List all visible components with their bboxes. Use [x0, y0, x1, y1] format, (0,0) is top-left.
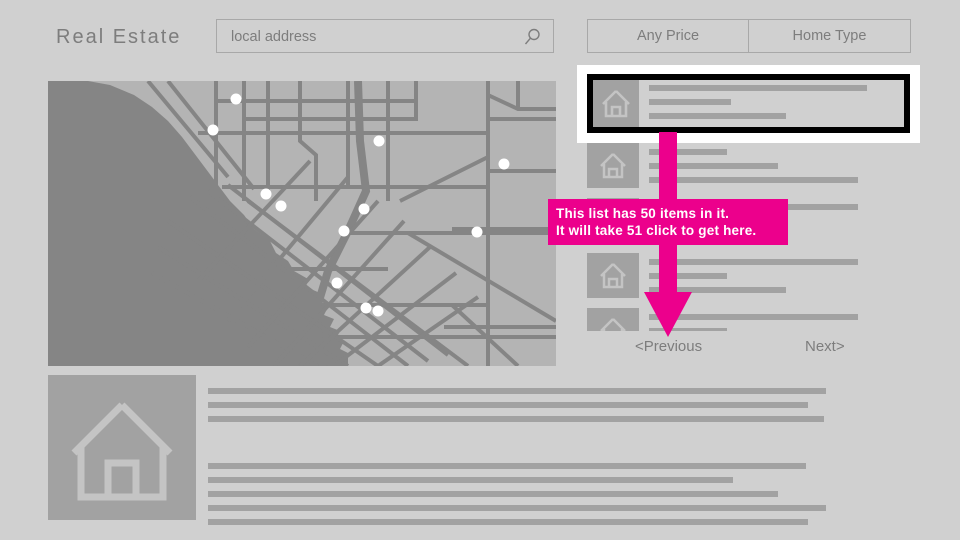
placeholder-text-line	[208, 388, 826, 394]
result-item-lines	[649, 253, 920, 298]
map-pin[interactable]	[498, 158, 510, 170]
placeholder-text-line	[649, 85, 867, 91]
map-pin[interactable]	[471, 226, 483, 238]
map-graphic	[48, 81, 556, 366]
result-list-item[interactable]	[587, 308, 920, 331]
result-item-lines	[649, 308, 920, 331]
filter-any-price[interactable]: Any Price	[587, 19, 749, 53]
map-pin[interactable]	[338, 225, 350, 237]
placeholder-text-line	[649, 328, 727, 331]
house-icon	[593, 80, 639, 127]
placeholder-text-line	[208, 416, 824, 422]
map-pin[interactable]	[373, 135, 385, 147]
placeholder-text-line	[649, 149, 727, 155]
map-pin[interactable]	[360, 302, 372, 314]
map-pin[interactable]	[372, 305, 384, 317]
filter-button-group: Any Price Home Type	[587, 19, 911, 53]
map-pin[interactable]	[358, 203, 370, 215]
placeholder-text-line	[208, 477, 733, 483]
selected-result-item[interactable]	[587, 74, 910, 133]
filter-home-type[interactable]: Home Type	[749, 19, 911, 53]
real-estate-app: Real Estate Any Price Home Type	[0, 0, 960, 540]
page-title: Real Estate	[56, 26, 182, 48]
house-icon	[48, 375, 196, 520]
placeholder-text-line	[208, 402, 808, 408]
annotation-callout: This list has 50 items in it. It will ta…	[548, 199, 788, 245]
placeholder-text-line	[649, 273, 727, 279]
search-box[interactable]	[216, 19, 554, 54]
placeholder-text-line	[208, 491, 778, 497]
map-pin[interactable]	[230, 93, 242, 105]
pagination: <Previous Next>	[577, 338, 920, 362]
selected-result-frame	[577, 65, 920, 143]
placeholder-text-line	[649, 287, 786, 293]
callout-line-1: This list has 50 items in it.	[556, 206, 730, 221]
result-list-item[interactable]	[587, 143, 920, 188]
map-panel[interactable]	[48, 81, 556, 366]
callout-line-2: It will take 51 click to get here.	[556, 223, 757, 238]
result-item-lines	[649, 143, 920, 188]
house-icon	[587, 253, 639, 298]
placeholder-text-line	[649, 259, 858, 265]
placeholder-text-line	[208, 519, 808, 525]
map-pin[interactable]	[331, 277, 343, 289]
placeholder-text-line	[649, 163, 778, 169]
previous-page-link[interactable]: <Previous	[635, 338, 702, 355]
placeholder-text-line	[208, 505, 826, 511]
search-input[interactable]	[231, 20, 511, 54]
placeholder-text-line	[649, 177, 858, 183]
search-icon[interactable]	[523, 28, 541, 46]
selected-result-lines	[649, 80, 904, 127]
map-pin[interactable]	[275, 200, 287, 212]
detail-text-lines	[208, 375, 908, 525]
placeholder-text-line	[208, 463, 806, 469]
placeholder-text-line	[649, 314, 858, 320]
result-list-item[interactable]	[587, 253, 920, 298]
map-pin[interactable]	[260, 188, 272, 200]
next-page-link[interactable]: Next>	[805, 338, 845, 355]
house-icon	[587, 308, 639, 331]
map-pin[interactable]	[207, 124, 219, 136]
placeholder-text-line	[649, 113, 786, 119]
house-icon	[587, 143, 639, 188]
placeholder-text-line	[649, 99, 731, 105]
